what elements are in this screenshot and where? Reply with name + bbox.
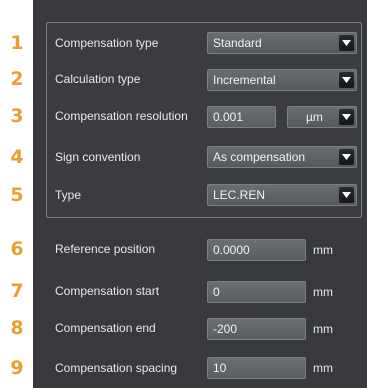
compensation-end-label: Compensation end [55,321,156,335]
resolution-unit-value: µm [306,110,323,124]
compensation-spacing-label: Compensation spacing [55,361,178,375]
chevron-down-icon[interactable] [339,72,354,88]
compensation-settings-view: 1 2 3 4 5 6 7 8 9 Compensation type Stan… [0,0,367,388]
step-number-1: 1 [10,32,24,54]
compensation-type-dropdown[interactable]: Standard [207,32,357,54]
step-number-9: 9 [10,357,24,379]
sign-convention-value: As compensation [213,150,306,164]
compensation-start-label: Compensation start [55,284,160,298]
step-number-3: 3 [10,105,24,127]
chevron-down-icon[interactable] [339,149,354,165]
step-number-7: 7 [10,280,24,302]
compensation-spacing-input[interactable]: 10 [207,357,306,379]
reference-position-label: Reference position [55,242,156,256]
type-value: LEC.REN [213,188,266,202]
step-number-4: 4 [10,146,24,168]
compensation-end-input[interactable]: -200 [207,318,306,340]
chevron-down-icon[interactable] [339,35,354,51]
resolution-unit-dropdown[interactable]: µm [287,106,357,128]
reference-position-unit: mm [313,243,333,257]
compensation-type-label: Compensation type [55,36,159,50]
compensation-resolution-label: Compensation resolution [55,109,188,123]
calculation-type-value: Incremental [213,73,276,87]
calculation-type-dropdown[interactable]: Incremental [207,69,357,91]
step-number-6: 6 [10,238,24,260]
compensation-spacing-unit: mm [313,361,333,375]
chevron-down-icon[interactable] [339,187,354,203]
compensation-type-value: Standard [213,36,262,50]
compensation-resolution-input[interactable]: 0.001 [207,106,276,128]
type-label: Type [55,188,82,202]
compensation-start-input[interactable]: 0 [207,281,306,303]
type-dropdown[interactable]: LEC.REN [207,184,357,206]
reference-position-input[interactable]: 0.0000 [207,239,306,261]
compensation-start-unit: mm [313,285,333,299]
compensation-end-unit: mm [313,322,333,336]
calculation-type-label: Calculation type [55,72,141,86]
step-number-5: 5 [10,184,24,206]
sign-convention-label: Sign convention [55,150,141,164]
sign-convention-dropdown[interactable]: As compensation [207,146,357,168]
chevron-down-icon[interactable] [339,109,354,125]
step-number-2: 2 [10,68,24,90]
step-number-8: 8 [10,317,24,339]
